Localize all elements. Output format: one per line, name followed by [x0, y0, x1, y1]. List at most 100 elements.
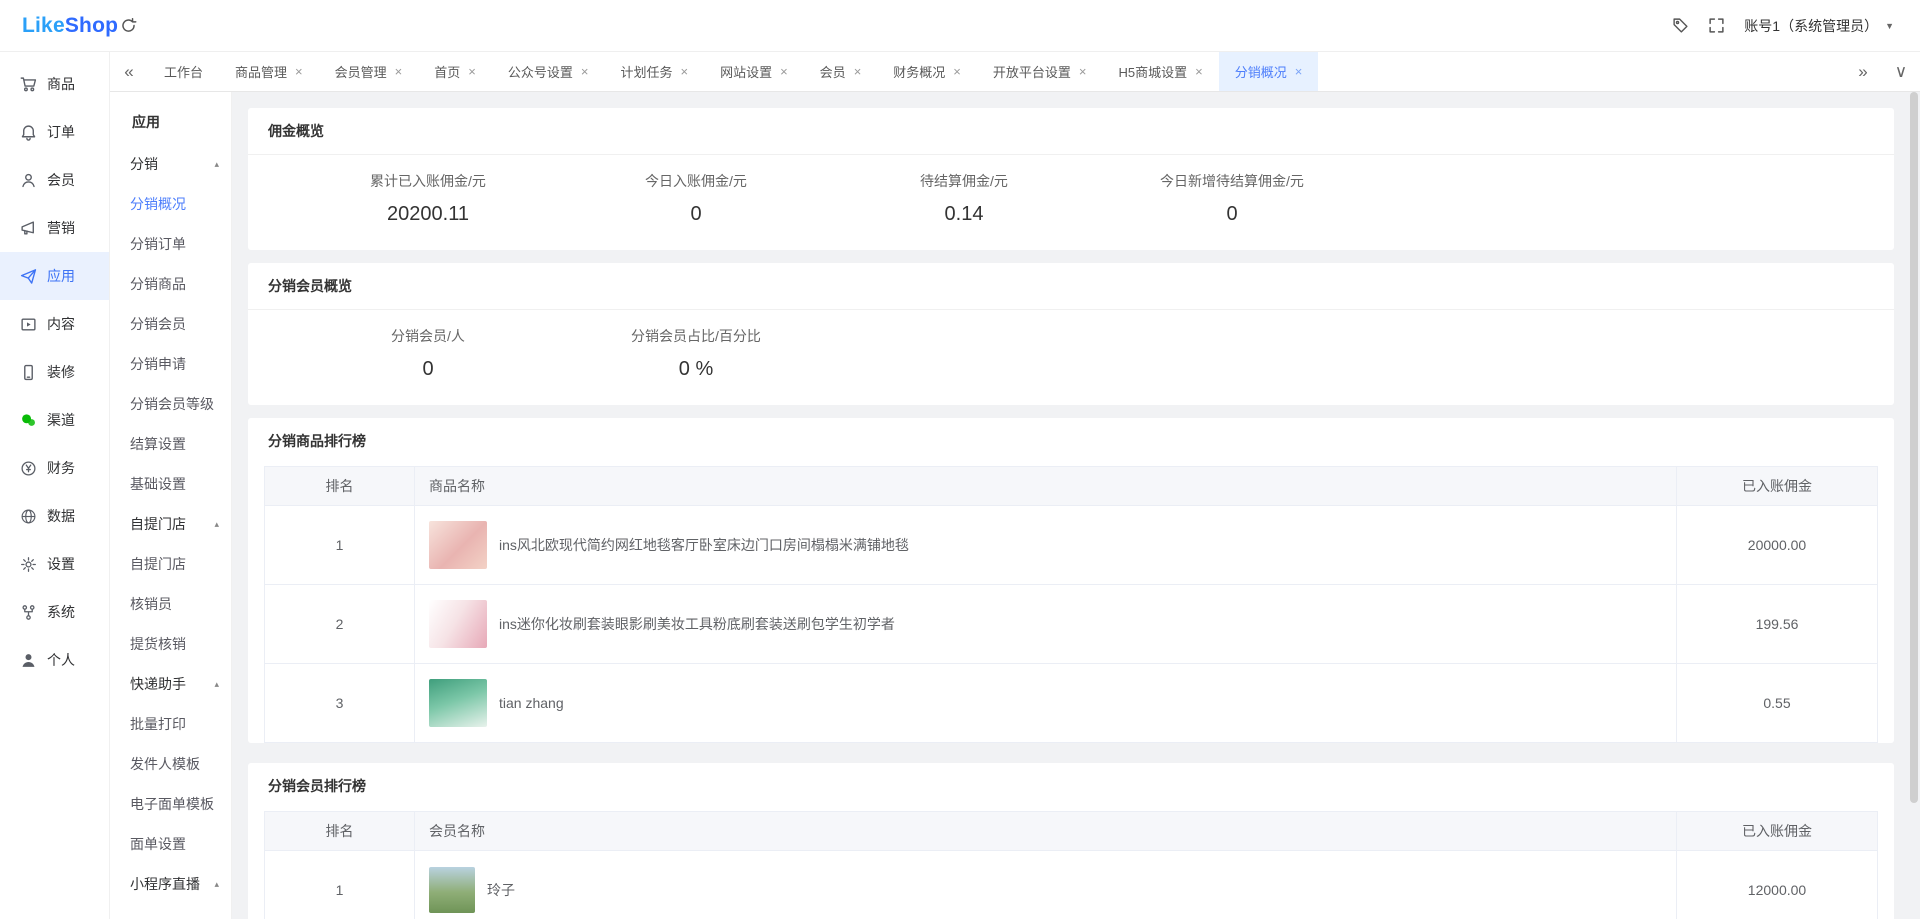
close-icon[interactable]: ×: [395, 65, 403, 78]
group-label: 分销: [130, 154, 214, 174]
tab-open-platform-settings[interactable]: 开放平台设置 ×: [977, 52, 1103, 91]
coin-icon: [20, 460, 37, 477]
table-row: 1 ins风北欧现代简约网红地毯客厅卧室床边门口房间榻榻米满铺地毯 20000.…: [265, 506, 1877, 585]
close-icon[interactable]: ×: [581, 65, 589, 78]
sidebar-item-label: 系统: [47, 602, 75, 622]
tab-finance-overview[interactable]: 财务概况 ×: [877, 52, 977, 91]
product-thumbnail: [429, 679, 487, 727]
tab-label: 首页: [434, 62, 460, 81]
tabs-strip: 工作台 商品管理 × 会员管理 × 首页 × 公众号设置: [148, 52, 1844, 91]
submenu-item-distribution-apply[interactable]: 分销申请: [110, 344, 231, 384]
submenu-item-verifier[interactable]: 核销员: [110, 584, 231, 624]
tab-member-manage[interactable]: 会员管理 ×: [319, 52, 419, 91]
tabs-scroll-left-icon[interactable]: «: [110, 52, 148, 91]
tab-members[interactable]: 会员 ×: [804, 52, 878, 91]
sidebar-item-orders[interactable]: 订单: [0, 108, 109, 156]
sidebar-item-settings[interactable]: 设置: [0, 540, 109, 588]
arrow-up-icon: ▴: [214, 519, 219, 530]
tab-scheduled-tasks[interactable]: 计划任务 ×: [604, 52, 704, 91]
close-icon[interactable]: ×: [1195, 65, 1203, 78]
sidebar-item-profile[interactable]: 个人: [0, 636, 109, 684]
sidebar-item-decorate[interactable]: 装修: [0, 348, 109, 396]
close-icon[interactable]: ×: [1079, 65, 1087, 78]
tab-label: 公众号设置: [508, 62, 573, 81]
stat-label: 分销会员占比/百分比: [562, 326, 830, 346]
submenu-group-distribution[interactable]: 分销 ▴: [110, 144, 231, 184]
close-icon[interactable]: ×: [953, 65, 961, 78]
sidebar-item-goods[interactable]: 商品: [0, 60, 109, 108]
tab-home[interactable]: 首页 ×: [418, 52, 492, 91]
tab-label: 分销概况: [1235, 62, 1287, 81]
submenu-item-distribution-members[interactable]: 分销会员: [110, 304, 231, 344]
card-title: 佣金概览: [248, 108, 1894, 155]
sidebar-item-channel[interactable]: 渠道: [0, 396, 109, 444]
submenu-group-pickup-store[interactable]: 自提门店 ▴: [110, 504, 231, 544]
tab-label: 会员: [820, 62, 846, 81]
tab-goods-manage[interactable]: 商品管理 ×: [219, 52, 319, 91]
tabs-menu-chevron-down-icon[interactable]: ∨: [1882, 52, 1920, 91]
sidebar-item-system[interactable]: 系统: [0, 588, 109, 636]
tab-distribution-overview[interactable]: 分销概况 ×: [1219, 52, 1319, 91]
tag-icon[interactable]: [1662, 8, 1698, 44]
refresh-icon[interactable]: [110, 8, 146, 44]
submenu-item-basic-settings[interactable]: 基础设置: [110, 464, 231, 504]
sidebar-item-label: 设置: [47, 554, 75, 574]
stat-total-commission: 累计已入账佣金/元 20200.11: [294, 171, 562, 226]
submenu-item-distribution-orders[interactable]: 分销订单: [110, 224, 231, 264]
member-name: 玲子: [487, 880, 515, 900]
close-icon[interactable]: ×: [1295, 65, 1303, 78]
submenu-item-e-waybill-template[interactable]: 电子面单模板: [110, 784, 231, 824]
fullscreen-icon[interactable]: [1698, 8, 1734, 44]
commission-cell: 20000.00: [1677, 506, 1877, 584]
submenu-item-distribution-overview[interactable]: 分销概况: [110, 184, 231, 224]
wechat-icon: [20, 412, 37, 429]
product-cell: ins迷你化妆刷套装眼影刷美妆工具粉底刷套装送刷包学生初学者: [415, 585, 1677, 663]
sidebar-item-label: 营销: [47, 218, 75, 238]
close-icon[interactable]: ×: [854, 65, 862, 78]
submenu-group-express-helper[interactable]: 快递助手 ▴: [110, 664, 231, 704]
submenu-item-distribution-member-level[interactable]: 分销会员等级: [110, 384, 231, 424]
submenu-item-settlement-settings[interactable]: 结算设置: [110, 424, 231, 464]
sidebar-item-apps[interactable]: 应用: [0, 252, 109, 300]
close-icon[interactable]: ×: [680, 65, 688, 78]
arrow-up-icon: ▴: [214, 159, 219, 170]
commission-overview-card: 佣金概览 累计已入账佣金/元 20200.11 今日入账佣金/元 0: [248, 108, 1894, 250]
account-menu[interactable]: 账号1（系统管理员） ▼: [1734, 16, 1920, 36]
tab-official-account-settings[interactable]: 公众号设置 ×: [492, 52, 605, 91]
submenu-item-distribution-goods[interactable]: 分销商品: [110, 264, 231, 304]
submenu-group-mini-program-live[interactable]: 小程序直播 ▴: [110, 864, 231, 904]
scrollbar-thumb[interactable]: [1910, 92, 1918, 803]
stat-value: 0 %: [562, 358, 830, 381]
stat-label: 分销会员/人: [294, 326, 562, 346]
rank-cell: 1: [265, 506, 415, 584]
stat-value: 0: [562, 203, 830, 226]
group-label: 小程序直播: [130, 874, 214, 894]
sidebar-item-finance[interactable]: 财务: [0, 444, 109, 492]
sidebar-item-content[interactable]: 内容: [0, 300, 109, 348]
sidebar-item-label: 个人: [47, 650, 75, 670]
vertical-scrollbar[interactable]: [1910, 92, 1918, 919]
globe-icon: [20, 508, 37, 525]
close-icon[interactable]: ×: [295, 65, 303, 78]
tab-label: 工作台: [164, 62, 203, 81]
tabs-scroll-right-icon[interactable]: »: [1844, 52, 1882, 91]
close-icon[interactable]: ×: [468, 65, 476, 78]
tab-h5-mall-settings[interactable]: H5商城设置 ×: [1103, 52, 1219, 91]
submenu-item-waybill-settings[interactable]: 面单设置: [110, 824, 231, 864]
tab-workspace[interactable]: 工作台: [148, 52, 219, 91]
sidebar-item-data[interactable]: 数据: [0, 492, 109, 540]
submenu-item-sender-template[interactable]: 发件人模板: [110, 744, 231, 784]
main-sidebar: 商品 订单 会员 营销 应用 内容: [0, 52, 110, 919]
submenu-item-pickup-store[interactable]: 自提门店: [110, 544, 231, 584]
submenu-item-pickup-verification[interactable]: 提货核销: [110, 624, 231, 664]
tab-label: H5商城设置: [1119, 62, 1188, 81]
submenu-item-batch-print[interactable]: 批量打印: [110, 704, 231, 744]
product-cell: ins风北欧现代简约网红地毯客厅卧室床边门口房间榻榻米满铺地毯: [415, 506, 1677, 584]
sidebar-item-marketing[interactable]: 营销: [0, 204, 109, 252]
sidebar-item-members[interactable]: 会员: [0, 156, 109, 204]
column-header-commission: 已入账佣金: [1677, 812, 1877, 850]
tab-website-settings[interactable]: 网站设置 ×: [704, 52, 804, 91]
close-icon[interactable]: ×: [780, 65, 788, 78]
stat-label: 待结算佣金/元: [830, 171, 1098, 191]
sidebar-item-label: 会员: [47, 170, 75, 190]
